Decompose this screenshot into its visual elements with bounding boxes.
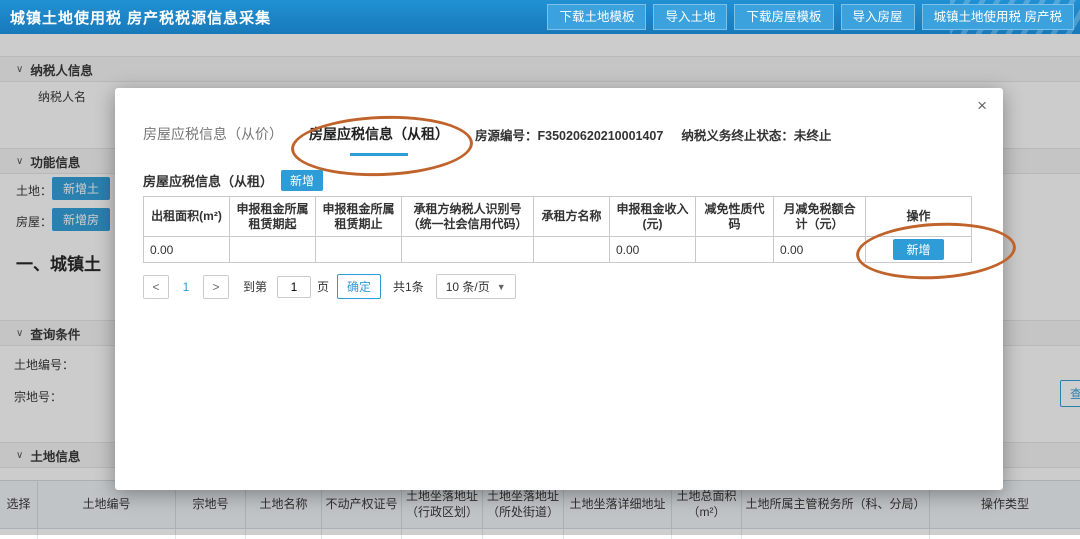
page-title: 城镇土地使用税 房产税税源信息采集 [10,10,272,27]
status-label: 纳税义务终止状态： [681,128,794,143]
header-toolbar: 下载土地模板 导入土地 下载房屋模板 导入房屋 城镇土地使用税 房产税 [547,4,1074,30]
column-header-reduction-code: 减免性质代码 [696,197,774,237]
cell-operation: 新增 [866,237,972,263]
goto-page-input[interactable] [277,275,312,298]
rental-table: 出租面积(m²) 申报租金所属租赁期起 申报租金所属租赁期止 承租方纳税人识别号… [143,196,972,263]
cell-lease-start [230,237,316,263]
chevron-down-icon: ▼ [496,281,506,292]
goto-confirm-button[interactable]: 确定 [337,274,382,299]
import-land-button[interactable]: 导入土地 [653,4,728,30]
add-rental-button[interactable]: 新增 [281,170,324,191]
cell-monthly-reduction: 0.00 [774,237,866,263]
page-size-value: 10 条/页 [445,280,490,294]
modal-tabs: 房屋应税信息（从价） 房屋应税信息（从租） 房源编号：F350206202100… [143,124,831,148]
prev-page-button[interactable]: < [143,274,169,299]
cell-reduction-code [696,237,774,263]
import-house-button[interactable]: 导入房屋 [840,4,915,30]
page-unit-label: 页 [317,280,330,294]
house-info-line: 房源编号：F35020620210001407 纳税义务终止状态：未终止 [475,125,831,148]
column-header-monthly-reduction: 月减免税额合计（元） [774,197,866,237]
house-tax-dialog: × 房屋应税信息（从价） 房屋应税信息（从租） 房源编号：F3502062021… [115,88,1003,490]
table-row: 0.00 0.00 0.00 新增 [144,237,972,263]
tab-house-tax-ad-valorem[interactable]: 房屋应税信息（从价） [143,124,283,148]
cell-lease-end [316,237,402,263]
column-header-rented-area: 出租面积(m²) [144,197,230,237]
house-code-value: F35020620210001407 [537,128,664,143]
rental-section-row: 房屋应税信息（从租） 新增 [143,170,324,191]
column-header-lessee-name: 承租方名称 [534,197,610,237]
status-badge: 未终止 [793,128,832,143]
cell-lessee-name [534,237,610,263]
download-house-template-button[interactable]: 下载房屋模板 [734,4,834,30]
goto-label: 到第 [243,280,268,294]
download-land-template-button[interactable]: 下载土地模板 [547,4,647,30]
cell-rented-area: 0.00 [144,237,230,263]
column-header-lessee-id: 承租方纳税人识别号（统一社会信用代码） [402,197,534,237]
next-page-button[interactable]: > [203,274,229,299]
house-code-label: 房源编号： [475,128,538,143]
close-icon[interactable]: × [977,97,987,114]
column-header-lease-start: 申报租金所属租赁期起 [230,197,316,237]
column-header-rent-income: 申报租金收入(元) [610,197,696,237]
total-count-label: 共1条 [393,280,424,294]
cell-rent-income: 0.00 [610,237,696,263]
cell-lessee-id [402,237,534,263]
page-number[interactable]: 1 [175,275,197,299]
column-header-operation: 操作 [866,197,972,237]
pagination: < 1 > 到第 页 确定 共1条 10 条/页 ▼ [143,274,516,299]
rental-section-title: 房屋应税信息（从租） [143,174,274,189]
tab-house-tax-rental[interactable]: 房屋应税信息（从租） [309,124,449,148]
row-add-button[interactable]: 新增 [893,239,944,260]
column-header-lease-end: 申报租金所属租赁期止 [316,197,402,237]
app-header: 城镇土地使用税 房产税税源信息采集 下载土地模板 导入土地 下载房屋模板 导入房… [0,0,1080,34]
header-nav-button[interactable]: 城镇土地使用税 房产税 [921,4,1074,30]
page-size-select[interactable]: 10 条/页 ▼ [435,274,516,299]
rental-table-header-row: 出租面积(m²) 申报租金所属租赁期起 申报租金所属租赁期止 承租方纳税人识别号… [144,197,972,237]
